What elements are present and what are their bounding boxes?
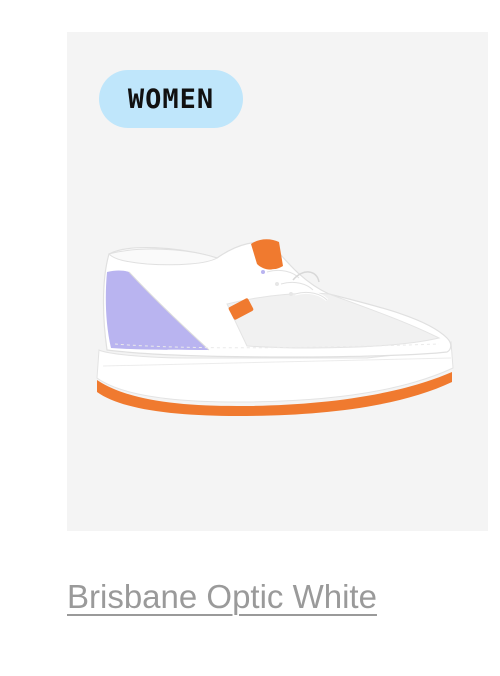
product-title-link[interactable]: Brisbane Optic White: [67, 578, 377, 616]
category-badge: WOMEN: [99, 70, 243, 128]
product-image[interactable]: WOMEN: [67, 32, 488, 531]
product-card[interactable]: WOMEN Brisbane Optic White: [0, 0, 500, 676]
